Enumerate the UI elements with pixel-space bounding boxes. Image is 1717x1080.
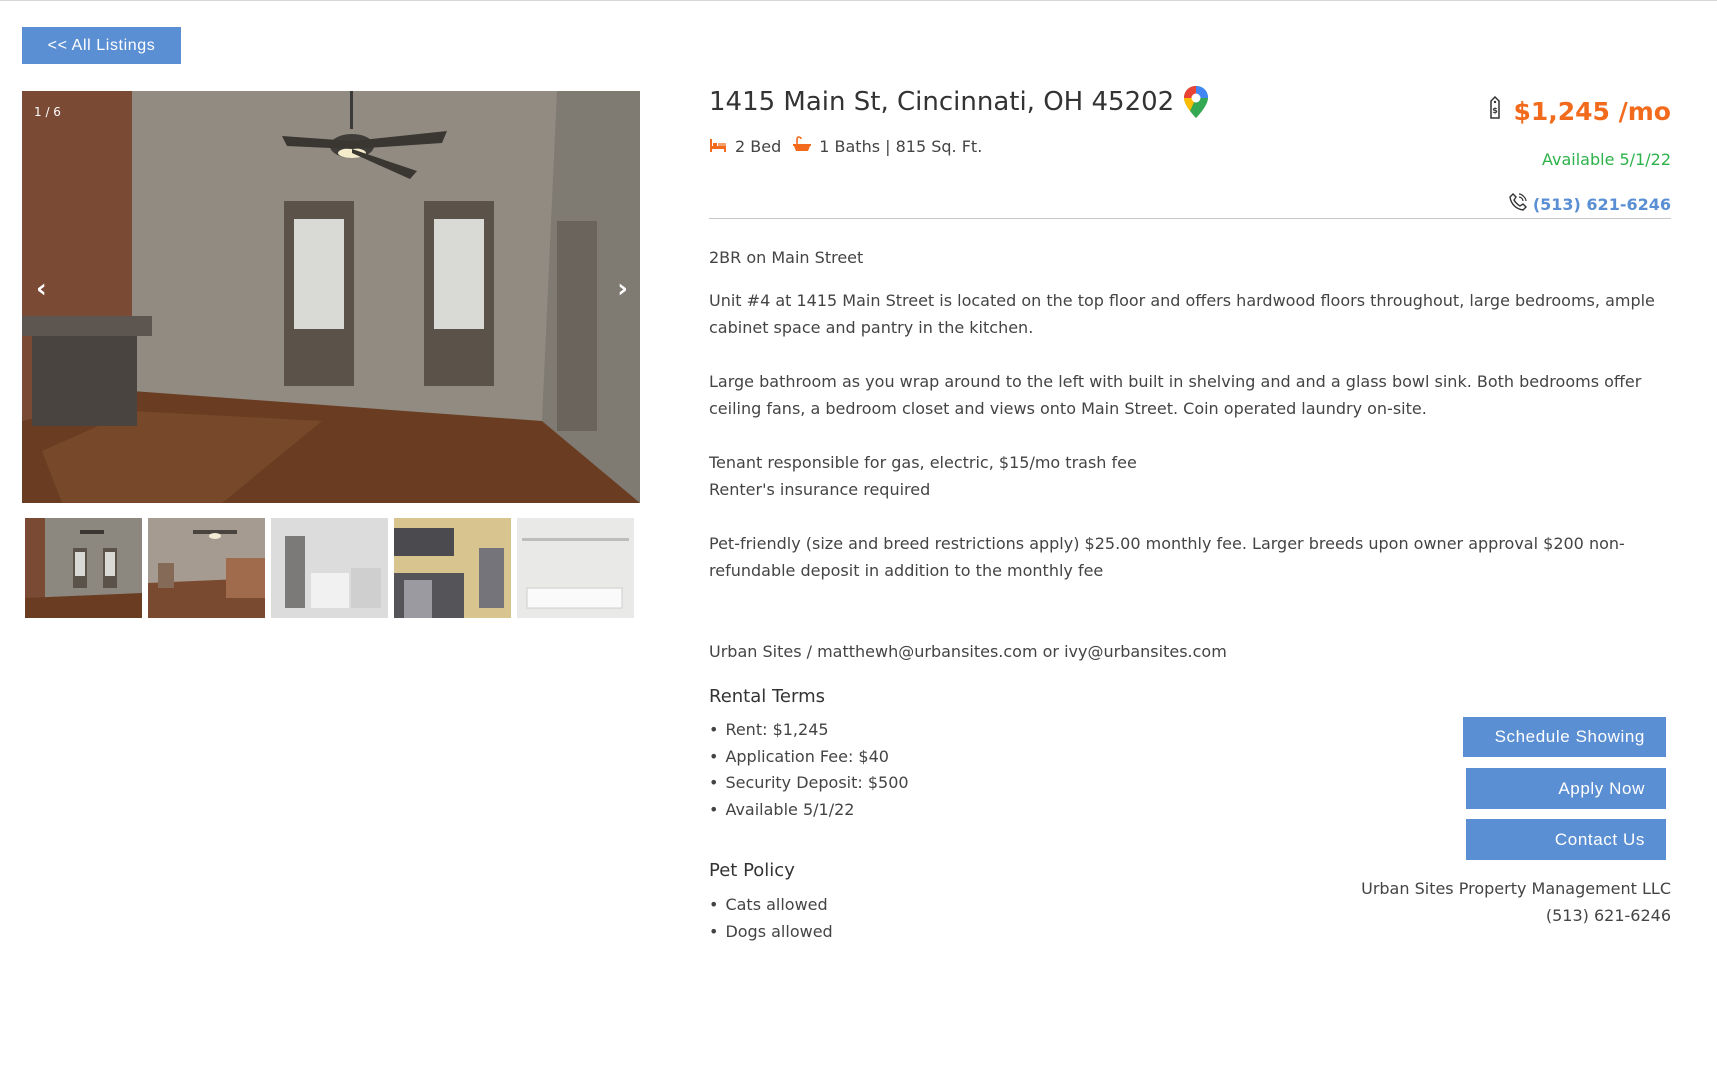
list-item: Rent: $1,245 bbox=[709, 717, 909, 744]
listing-meta: 2 Bed 1 Baths | 815 Sq. Ft. bbox=[709, 136, 982, 157]
listing-description: 2BR on Main Street Unit #4 at 1415 Main … bbox=[709, 244, 1671, 584]
prev-photo-arrow[interactable]: ‹ bbox=[36, 276, 47, 302]
phone-number: (513) 621-6246 bbox=[1532, 194, 1671, 214]
bath-icon bbox=[793, 136, 812, 157]
description-paragraph: Unit #4 at 1415 Main Street is located o… bbox=[709, 291, 1655, 337]
price-block: $ $1,245 /mo bbox=[1487, 95, 1671, 126]
phone-link[interactable]: (513) 621-6246 bbox=[1509, 193, 1671, 215]
list-item: Dogs allowed bbox=[709, 919, 832, 946]
all-listings-button[interactable]: << All Listings bbox=[22, 27, 181, 64]
company-name: Urban Sites Property Management LLC bbox=[1361, 879, 1671, 898]
list-item: Security Deposit: $500 bbox=[709, 770, 908, 797]
availability-date: Available 5/1/22 bbox=[1541, 150, 1671, 169]
listing-address: 1415 Main St, Cincinnati, OH 45202 bbox=[709, 87, 1175, 117]
pet-policy-title: Pet Policy bbox=[709, 860, 795, 881]
thumbnail-5[interactable] bbox=[517, 518, 634, 618]
thumbnail-4[interactable] bbox=[394, 518, 511, 618]
description-paragraph: Renter's insurance required bbox=[709, 480, 931, 499]
thumbnail-strip bbox=[25, 518, 634, 618]
photo-counter: 1 / 6 bbox=[34, 105, 61, 119]
thumbnail-2[interactable] bbox=[148, 518, 265, 618]
thumbnail-1[interactable] bbox=[25, 518, 142, 618]
pet-policy-list: Cats allowed Dogs allowed bbox=[709, 892, 833, 946]
price: $1,245 /mo bbox=[1513, 96, 1671, 126]
svg-text:$: $ bbox=[1493, 106, 1499, 115]
all-listings-label: << All Listings bbox=[47, 36, 156, 54]
next-photo-arrow[interactable]: › bbox=[617, 276, 628, 302]
bed-icon bbox=[709, 137, 727, 157]
baths-sqft: 1 Baths | 815 Sq. Ft. bbox=[819, 137, 983, 156]
phone-icon bbox=[1509, 193, 1527, 215]
contact-us-label: Contact Us bbox=[1554, 829, 1645, 849]
map-pin-icon[interactable] bbox=[1184, 86, 1209, 118]
description-paragraph: Tenant responsible for gas, electric, $1… bbox=[709, 453, 1137, 472]
company-phone: (513) 621-6246 bbox=[1545, 906, 1671, 925]
schedule-showing-label: Schedule Showing bbox=[1494, 727, 1645, 746]
rental-terms-list: Rent: $1,245 Application Fee: $40 Securi… bbox=[709, 717, 909, 824]
apply-now-button[interactable]: Apply Now bbox=[1466, 768, 1666, 809]
thumbnail-3[interactable] bbox=[271, 518, 388, 618]
company-info: Urban Sites Property Management LLC (513… bbox=[1361, 875, 1671, 929]
rental-terms-title: Rental Terms bbox=[709, 686, 825, 707]
contact-emails: Urban Sites / matthewh@urbansites.com or… bbox=[709, 642, 1227, 661]
list-item: Available 5/1/22 bbox=[709, 797, 909, 824]
top-border bbox=[0, 0, 1717, 1]
photo-gallery[interactable]: 1 / 6 ‹ › bbox=[22, 91, 640, 503]
bed-count: 2 Bed bbox=[735, 137, 782, 156]
contact-us-button[interactable]: Contact Us bbox=[1466, 819, 1666, 860]
header-divider bbox=[709, 218, 1671, 219]
price-tag-icon: $ bbox=[1487, 95, 1503, 126]
description-paragraph: Pet-friendly (size and breed restriction… bbox=[709, 534, 1625, 580]
list-item: Application Fee: $40 bbox=[709, 744, 909, 771]
description-paragraph: Large bathroom as you wrap around to the… bbox=[709, 372, 1642, 418]
schedule-showing-button[interactable]: Schedule Showing bbox=[1463, 717, 1666, 757]
description-headline: 2BR on Main Street bbox=[709, 248, 864, 267]
apply-now-label: Apply Now bbox=[1558, 778, 1645, 798]
listing-address-row: 1415 Main St, Cincinnati, OH 45202 bbox=[709, 86, 1209, 118]
list-item: Cats allowed bbox=[709, 892, 833, 919]
main-photo bbox=[22, 91, 640, 503]
